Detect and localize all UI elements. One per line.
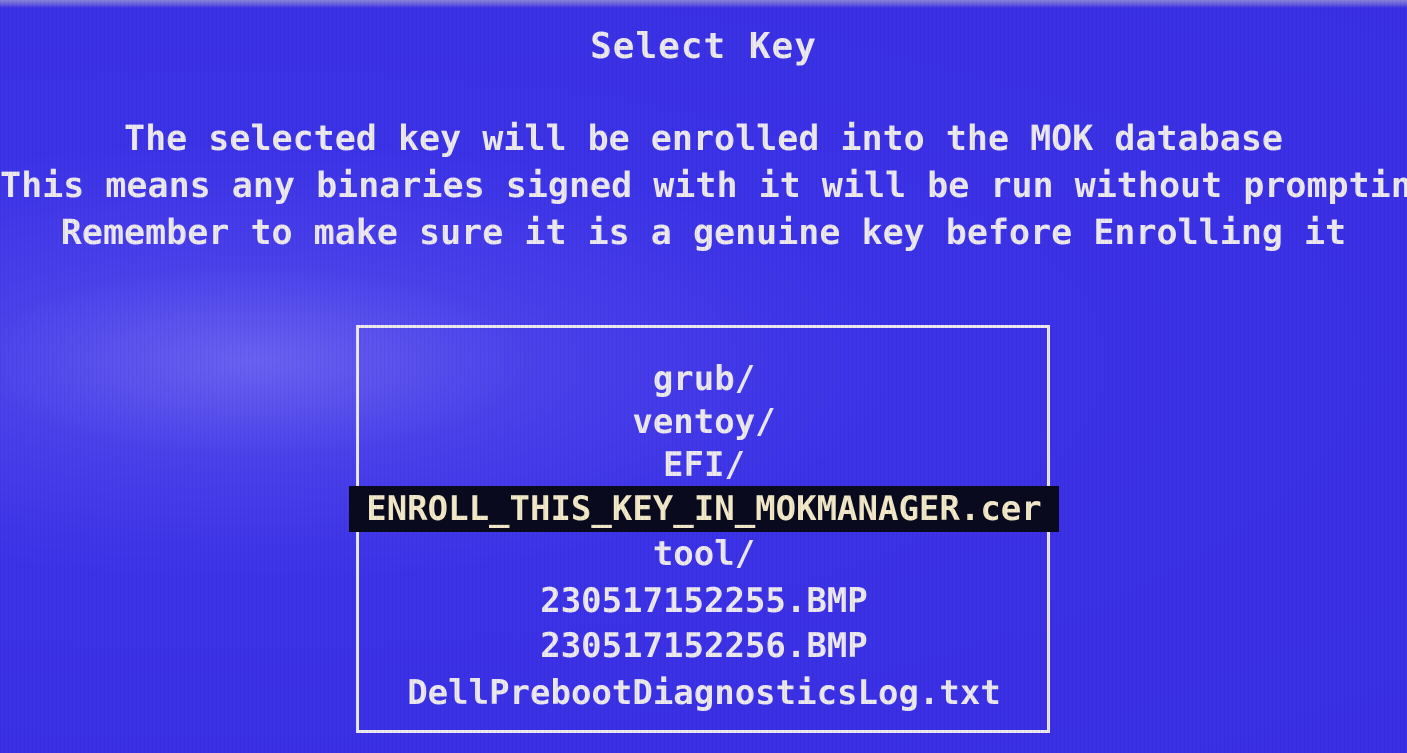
message-line: The selected key will be enrolled into t… bbox=[124, 119, 1283, 159]
key-file-list: grub/ ventoy/ EFI/ ENROLL_THIS_KEY_IN_MO… bbox=[349, 325, 1059, 733]
list-item-tool[interactable]: tool/ bbox=[349, 531, 1059, 577]
screen-top-edge bbox=[0, 0, 1407, 8]
mok-manager-screen: Select Key The selected key will be enro… bbox=[0, 0, 1407, 753]
list-item-ventoy[interactable]: ventoy/ bbox=[349, 399, 1059, 445]
list-item-bmp-1[interactable]: 230517152255.BMP bbox=[349, 578, 1059, 624]
list-item-efi[interactable]: EFI/ bbox=[349, 442, 1059, 488]
enroll-warning-message: The selected key will be enrolled into t… bbox=[0, 116, 1407, 257]
list-item-bmp-2[interactable]: 230517152256.BMP bbox=[349, 623, 1059, 669]
message-line: Remember to make sure it is a genuine ke… bbox=[60, 213, 1347, 253]
list-item-grub[interactable]: grub/ bbox=[349, 356, 1059, 402]
message-line: This means any binaries signed with it w… bbox=[0, 166, 1407, 206]
page-title: Select Key bbox=[590, 26, 817, 67]
list-item-enroll-key-selected[interactable]: ENROLL_THIS_KEY_IN_MOKMANAGER.cer bbox=[349, 486, 1059, 532]
list-item-diagnostics-log[interactable]: DellPrebootDiagnosticsLog.txt bbox=[349, 670, 1059, 716]
